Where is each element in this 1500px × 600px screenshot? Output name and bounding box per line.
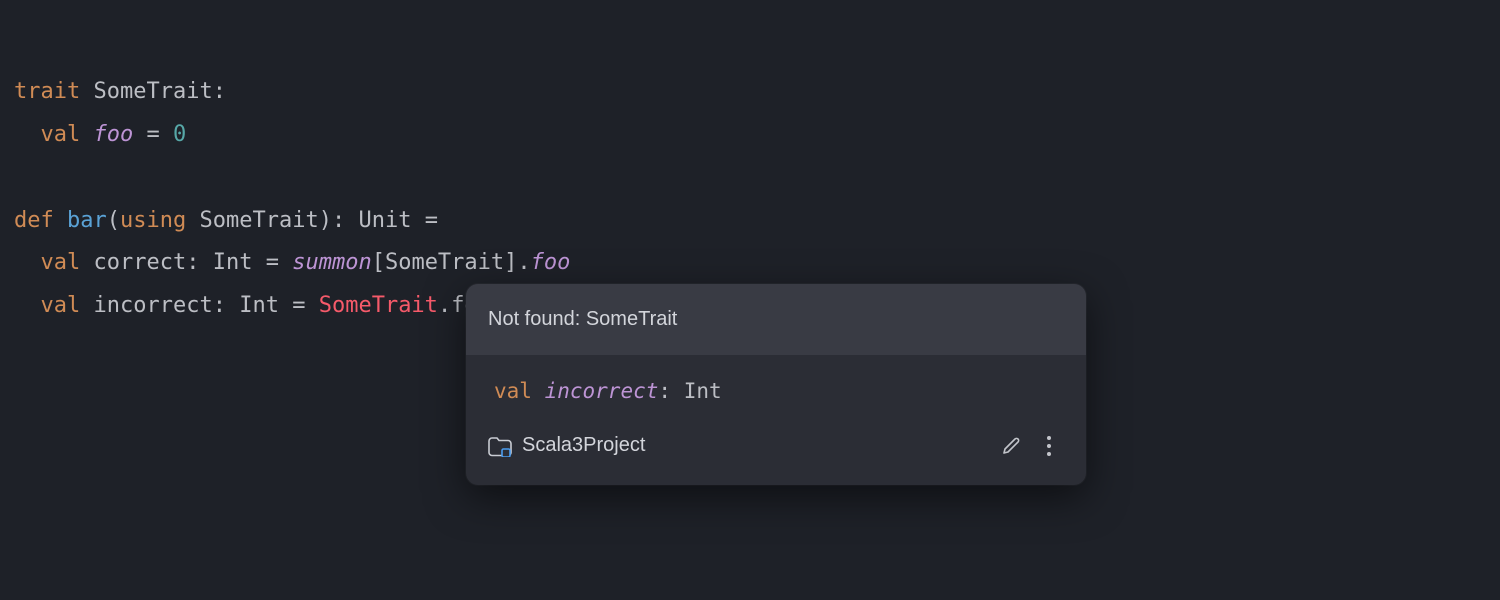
edit-icon[interactable] <box>998 433 1024 459</box>
keyword-trait: trait <box>14 79 80 104</box>
keyword-val: val <box>494 379 532 403</box>
type-int: Int <box>239 293 279 318</box>
function-name: bar <box>67 208 107 233</box>
colon: : <box>186 250 199 275</box>
colon: : <box>213 293 226 318</box>
number-literal: 0 <box>173 122 186 147</box>
type-arg: SomeTrait <box>385 250 504 275</box>
lbracket: [ <box>372 250 385 275</box>
rparen: ) <box>319 208 332 233</box>
keyword-def: def <box>14 208 54 233</box>
param-type: SomeTrait <box>199 208 318 233</box>
equals: = <box>292 293 305 318</box>
more-icon[interactable] <box>1036 433 1062 459</box>
dot: . <box>517 250 530 275</box>
summon-call: summon <box>292 250 371 275</box>
error-reference[interactable]: SomeTrait <box>319 293 438 318</box>
type-int: Int <box>213 250 253 275</box>
keyword-val: val <box>41 250 81 275</box>
trait-identifier: SomeTrait <box>93 79 212 104</box>
keyword-val: val <box>41 122 81 147</box>
equals: = <box>266 250 279 275</box>
error-tooltip: Not found: SomeTrait val incorrect: Int … <box>466 284 1086 485</box>
sig-type: Int <box>684 379 722 403</box>
keyword-val: val <box>41 293 81 318</box>
member-foo: foo <box>94 122 134 147</box>
tooltip-error-message: Not found: SomeTrait <box>466 284 1086 355</box>
return-type: Unit <box>358 208 411 233</box>
tooltip-footer: Scala3Project <box>466 416 1086 485</box>
val-name-correct: correct <box>94 250 187 275</box>
sig-name: incorrect <box>545 379 659 403</box>
tooltip-signature: val incorrect: Int <box>466 355 1086 416</box>
colon: : <box>658 379 671 403</box>
project-name[interactable]: Scala3Project <box>522 426 645 465</box>
colon: : <box>332 208 345 233</box>
colon: : <box>213 79 226 104</box>
project-icon <box>488 437 510 455</box>
keyword-using: using <box>120 208 186 233</box>
lparen: ( <box>107 208 120 233</box>
equals: = <box>147 122 160 147</box>
equals: = <box>425 208 438 233</box>
member-foo: foo <box>531 250 571 275</box>
dot: . <box>438 293 451 318</box>
rbracket: ] <box>504 250 517 275</box>
val-name-incorrect: incorrect <box>94 293 213 318</box>
